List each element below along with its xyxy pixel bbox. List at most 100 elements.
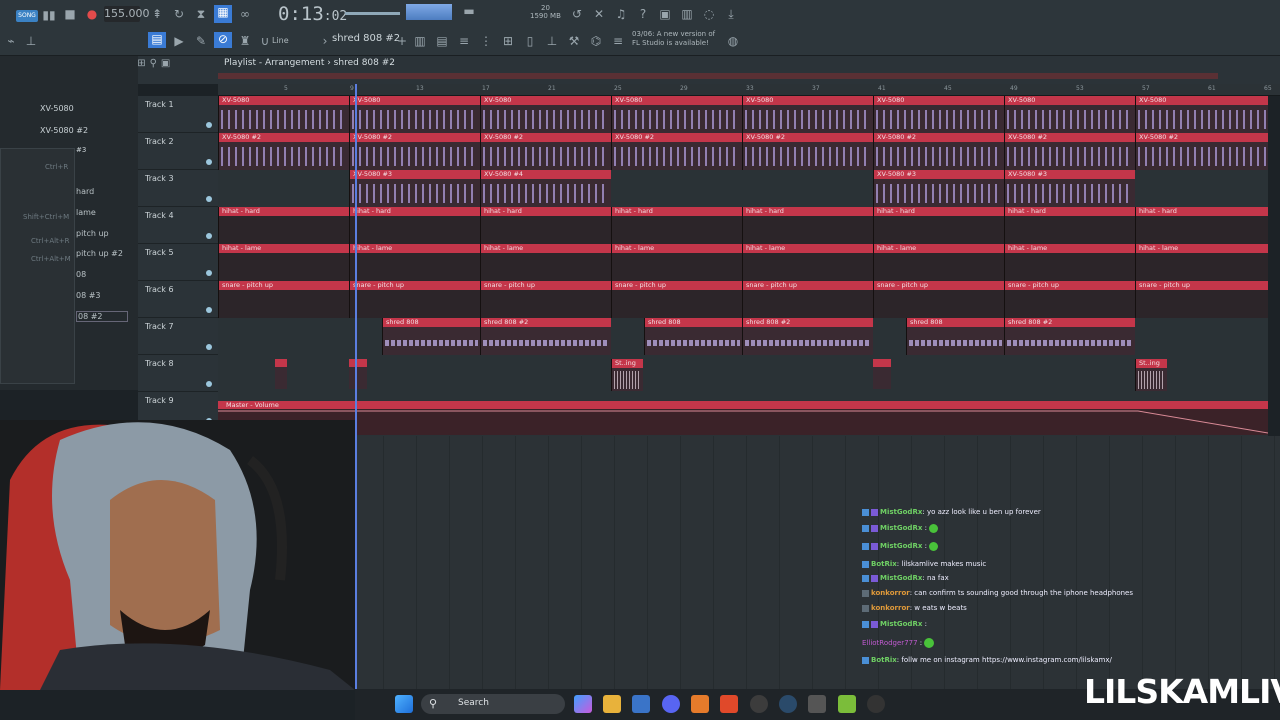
menu-icon[interactable]: ≡ — [611, 34, 625, 48]
arrow-icon[interactable]: › — [318, 34, 332, 48]
pattern-clip[interactable]: hihat - lame — [480, 244, 611, 281]
picker-item[interactable]: hard — [76, 187, 94, 196]
automation-clip[interactable]: Master - Volume — [218, 401, 1268, 435]
taskbar-search[interactable]: ⚲ Search — [421, 694, 565, 714]
track-led-icon[interactable] — [206, 381, 212, 387]
song-mode-badge[interactable]: SONG — [16, 10, 38, 22]
file-explorer-icon[interactable] — [603, 695, 621, 713]
undo-icon[interactable]: ↺ — [570, 7, 584, 21]
pattern-clip[interactable]: shred 808 #2 — [1004, 318, 1135, 355]
chat-icon[interactable]: ◌ — [702, 7, 716, 21]
fl-studio-icon[interactable] — [691, 695, 709, 713]
stop-icon[interactable]: ■ — [63, 7, 77, 21]
pattern-clip[interactable]: XV-5080 — [1135, 96, 1268, 133]
track-header[interactable]: Track 3 — [138, 170, 218, 207]
track-header[interactable]: Track 1 — [138, 96, 218, 133]
view-icon-6[interactable]: ▯ — [523, 34, 537, 48]
picker-item[interactable]: pitch up #2 — [76, 249, 123, 258]
track-led-icon[interactable] — [206, 122, 212, 128]
pattern-clip[interactable]: XV-5080 #2 — [1135, 133, 1268, 170]
pattern-clip[interactable]: hihat - lame — [873, 244, 1004, 281]
picker-item[interactable]: 08 — [76, 270, 86, 279]
pattern-selector[interactable]: shred 808 #2 — [332, 33, 400, 44]
view-icon-4[interactable]: ⋮ — [479, 34, 493, 48]
pattern-clip[interactable]: snare - pitch up — [218, 281, 349, 318]
timeline-ruler[interactable]: 5 9 13 17 21 25 29 33 37 41 45 49 53 57 … — [218, 84, 1280, 96]
magnet-icon[interactable]: ∪ — [258, 34, 272, 48]
brave-icon[interactable] — [720, 695, 738, 713]
download-icon[interactable]: ⤓ — [724, 7, 738, 21]
stamp-icon[interactable]: ♜ — [238, 34, 252, 48]
audio-clip[interactable] — [873, 359, 891, 389]
pattern-clip[interactable]: hihat - hard — [742, 207, 873, 244]
pattern-clip[interactable]: hihat - hard — [611, 207, 742, 244]
menu-shortcut[interactable]: Ctrl+R — [45, 163, 68, 171]
loop-icon[interactable]: ↻ — [172, 7, 186, 21]
pattern-clip[interactable]: XV-5080 #2 — [611, 133, 742, 170]
master-volume-slider[interactable] — [345, 12, 400, 15]
pattern-clip[interactable]: hihat - lame — [611, 244, 742, 281]
app-icon[interactable] — [808, 695, 826, 713]
pattern-clip[interactable]: snare - pitch up — [349, 281, 480, 318]
pattern-clip[interactable]: XV-5080 #3 — [1004, 170, 1135, 207]
tempo-display[interactable]: 155.000 — [104, 6, 150, 22]
pattern-clip[interactable]: XV-5080 — [742, 96, 873, 133]
track-header[interactable]: Track 6 — [138, 281, 218, 318]
picker-item[interactable]: XV-5080 — [40, 104, 74, 113]
app-icon[interactable] — [838, 695, 856, 713]
mixer-icon[interactable]: ▥ — [680, 7, 694, 21]
pattern-clip[interactable]: XV-5080 #2 — [1004, 133, 1135, 170]
pattern-clip[interactable]: hihat - lame — [1135, 244, 1268, 281]
pattern-clip[interactable]: XV-5080 #2 — [218, 133, 349, 170]
pattern-clip[interactable]: XV-5080 — [349, 96, 480, 133]
picker-item[interactable]: #3 — [76, 146, 86, 154]
pattern-clip[interactable]: XV-5080 #4 — [480, 170, 611, 207]
wrench-icon[interactable]: ⚒ — [567, 34, 581, 48]
pattern-clip[interactable]: hihat - lame — [349, 244, 480, 281]
track-led-icon[interactable] — [206, 344, 212, 350]
track-led-icon[interactable] — [206, 233, 212, 239]
view-icon-3[interactable]: ≡ — [457, 34, 471, 48]
brush-icon[interactable]: ✎ — [194, 34, 208, 48]
pattern-clip[interactable]: XV-5080 #3 — [873, 170, 1004, 207]
track-led-icon[interactable] — [206, 270, 212, 276]
pattern-clip[interactable]: XV-5080 — [218, 96, 349, 133]
track-led-icon[interactable] — [206, 159, 212, 165]
pattern-clip[interactable]: XV-5080 #2 — [480, 133, 611, 170]
audio-clip[interactable] — [349, 359, 367, 389]
play-arrow-icon[interactable]: ▶ — [172, 34, 186, 48]
pattern-clip[interactable]: XV-5080 #2 — [873, 133, 1004, 170]
steam-icon[interactable] — [779, 695, 797, 713]
pattern-clip[interactable]: XV-5080 — [611, 96, 742, 133]
pattern-clip[interactable]: snare - pitch up — [480, 281, 611, 318]
record-icon[interactable]: ● — [85, 7, 99, 21]
tools-icon[interactable]: ✕ — [592, 7, 606, 21]
picker-item[interactable]: lame — [76, 208, 96, 217]
pattern-clip[interactable]: XV-5080 #2 — [349, 133, 480, 170]
plugin-icon[interactable]: ⊥ — [545, 34, 559, 48]
blend-icon[interactable]: ∞ — [238, 7, 252, 21]
menu-shortcut[interactable]: Ctrl+Alt+M — [31, 255, 71, 263]
pattern-clip[interactable]: hihat - lame — [1004, 244, 1135, 281]
microphone-icon[interactable]: ♫ — [614, 7, 628, 21]
picker-item[interactable]: XV-5080 #2 — [40, 126, 88, 135]
pattern-clip[interactable]: hihat - lame — [742, 244, 873, 281]
track-led-icon[interactable] — [206, 307, 212, 313]
obs-icon[interactable] — [750, 695, 768, 713]
pause-icon[interactable]: ▮▮ — [42, 8, 56, 22]
track-header[interactable]: Track 5 — [138, 244, 218, 281]
pattern-clip[interactable]: XV-5080 — [873, 96, 1004, 133]
pattern-clip[interactable]: snare - pitch up — [1135, 281, 1268, 318]
cursor-icon[interactable]: ⊥ — [24, 34, 38, 48]
audio-clip[interactable]: St..ing — [1135, 359, 1167, 391]
help-icon[interactable]: ? — [636, 7, 650, 21]
view-icon-1[interactable]: ▥ — [413, 34, 427, 48]
pattern-clip[interactable]: snare - pitch up — [611, 281, 742, 318]
audio-clip[interactable]: St..ing — [611, 359, 643, 391]
song-position-bar[interactable] — [218, 73, 1218, 79]
picker-item-selected[interactable]: 08 #2 — [76, 311, 128, 322]
pattern-clip[interactable]: shred 808 — [382, 318, 480, 355]
add-pattern-icon[interactable]: + — [395, 34, 409, 48]
arrangement-grid[interactable]: XV-5080 XV-5080 XV-5080 XV-5080 XV-5080 … — [218, 96, 1268, 436]
pattern-clip[interactable]: snare - pitch up — [1004, 281, 1135, 318]
